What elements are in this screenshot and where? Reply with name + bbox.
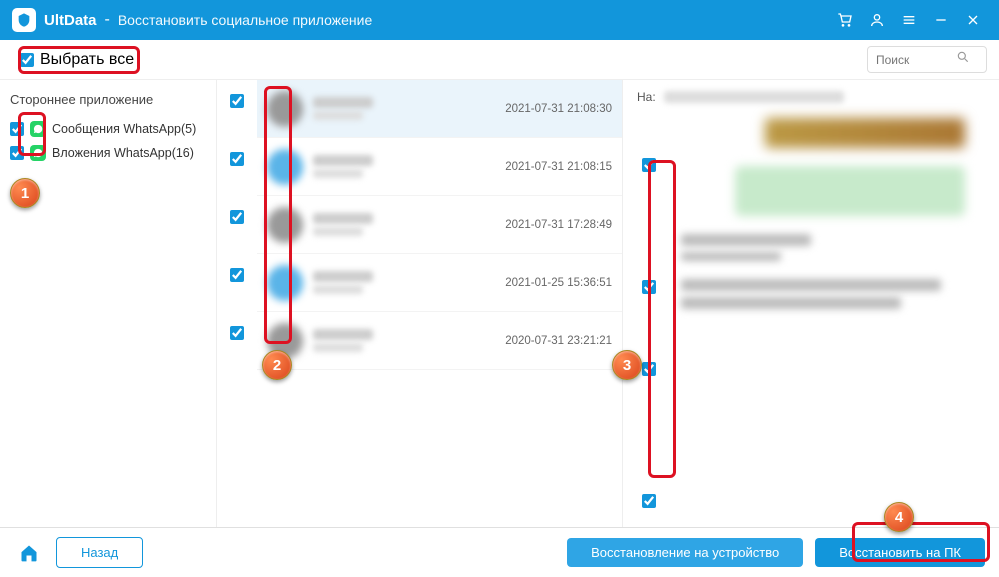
message-list	[671, 118, 985, 508]
conv-time: 2020-07-31 23:21:21	[505, 335, 612, 347]
select-all[interactable]: Выбрать все	[12, 48, 142, 72]
detail-to-row: На:	[637, 90, 985, 104]
whatsapp-icon	[30, 145, 46, 161]
conv-checkbox[interactable]	[230, 210, 244, 224]
conv-text	[313, 329, 497, 352]
detail-column: На:	[623, 80, 999, 527]
message-text[interactable]	[681, 279, 985, 309]
msg-checkbox[interactable]	[642, 280, 656, 294]
conversation-row[interactable]: 2021-07-31 21:08:30	[257, 80, 622, 138]
sidebar-item-label: Сообщения WhatsApp(5)	[52, 122, 196, 136]
app-subtitle: Восстановить социальное приложение	[118, 12, 372, 28]
minimize-icon[interactable]	[927, 6, 955, 34]
conv-checkbox[interactable]	[230, 94, 244, 108]
annotation-badge-1: 1	[10, 178, 40, 208]
user-icon[interactable]	[863, 6, 891, 34]
annotation-badge-2: 2	[262, 350, 292, 380]
conversation-check-strip	[217, 80, 257, 527]
home-button[interactable]	[14, 538, 44, 568]
detail-to-label: На:	[637, 90, 656, 104]
search-icon	[956, 50, 970, 69]
main: Стороннее приложение Сообщения WhatsApp(…	[0, 80, 999, 527]
conversation-row[interactable]: 2021-07-31 21:08:15	[257, 138, 622, 196]
titlebar: UltData - Восстановить социальное прилож…	[0, 0, 999, 40]
toolbar: Выбрать все	[0, 40, 999, 80]
conv-checkbox[interactable]	[230, 152, 244, 166]
search-box[interactable]	[867, 46, 987, 73]
sidebar-item-messages[interactable]: Сообщения WhatsApp(5)	[10, 117, 206, 141]
restore-device-button[interactable]: Восстановление на устройство	[567, 538, 803, 567]
sidebar-heading: Стороннее приложение	[10, 92, 206, 107]
conversation-row[interactable]: 2021-07-31 17:28:49	[257, 196, 622, 254]
avatar	[267, 265, 303, 301]
app-title: UltData	[44, 12, 97, 29]
annotation-badge-4: 4	[884, 502, 914, 532]
restore-pc-button[interactable]: Восстановить на ПК	[815, 538, 985, 567]
conv-checkbox[interactable]	[230, 268, 244, 282]
conversation-list: 2021-07-31 21:08:30 2021-07-31 21:08:15 …	[257, 80, 622, 527]
conversation-row[interactable]: 2020-07-31 23:21:21	[257, 312, 622, 370]
sidebar-item-label: Вложения WhatsApp(16)	[52, 146, 194, 160]
conv-time: 2021-07-31 21:08:15	[505, 161, 612, 173]
search-input[interactable]	[876, 53, 956, 67]
back-button[interactable]: Назад	[56, 537, 143, 568]
whatsapp-icon	[30, 121, 46, 137]
sidebar-item-attachments[interactable]: Вложения WhatsApp(16)	[10, 141, 206, 165]
msg-checkbox[interactable]	[642, 362, 656, 376]
message-text[interactable]	[681, 234, 985, 261]
select-all-checkbox[interactable]	[20, 53, 34, 67]
avatar	[267, 91, 303, 127]
conv-time: 2021-07-31 17:28:49	[505, 219, 612, 231]
conv-time: 2021-01-25 15:36:51	[505, 277, 612, 289]
message-image[interactable]	[765, 118, 965, 148]
sidebar: Стороннее приложение Сообщения WhatsApp(…	[0, 80, 217, 527]
msg-checkbox[interactable]	[642, 158, 656, 172]
avatar	[267, 149, 303, 185]
message-bubble[interactable]	[735, 166, 965, 216]
msg-checkbox[interactable]	[642, 494, 656, 508]
cart-icon[interactable]	[831, 6, 859, 34]
close-icon[interactable]	[959, 6, 987, 34]
select-all-label: Выбрать все	[40, 51, 134, 69]
conv-text	[313, 97, 497, 120]
conv-checkbox[interactable]	[230, 326, 244, 340]
conv-time: 2021-07-31 21:08:30	[505, 103, 612, 115]
conv-text	[313, 271, 497, 294]
conv-text	[313, 213, 497, 236]
sidebar-checkbox[interactable]	[10, 146, 24, 160]
message-check-strip	[637, 118, 661, 508]
annotation-badge-3: 3	[612, 350, 642, 380]
sidebar-checkbox[interactable]	[10, 122, 24, 136]
menu-icon[interactable]	[895, 6, 923, 34]
app-logo	[12, 8, 36, 32]
title-sep: -	[105, 11, 110, 29]
footer: Назад Восстановление на устройство Восст…	[0, 527, 999, 577]
conv-text	[313, 155, 497, 178]
avatar	[267, 207, 303, 243]
conversation-row[interactable]: 2021-01-25 15:36:51	[257, 254, 622, 312]
conversation-column: 2021-07-31 21:08:30 2021-07-31 21:08:15 …	[217, 80, 623, 527]
detail-to-value	[664, 91, 844, 103]
